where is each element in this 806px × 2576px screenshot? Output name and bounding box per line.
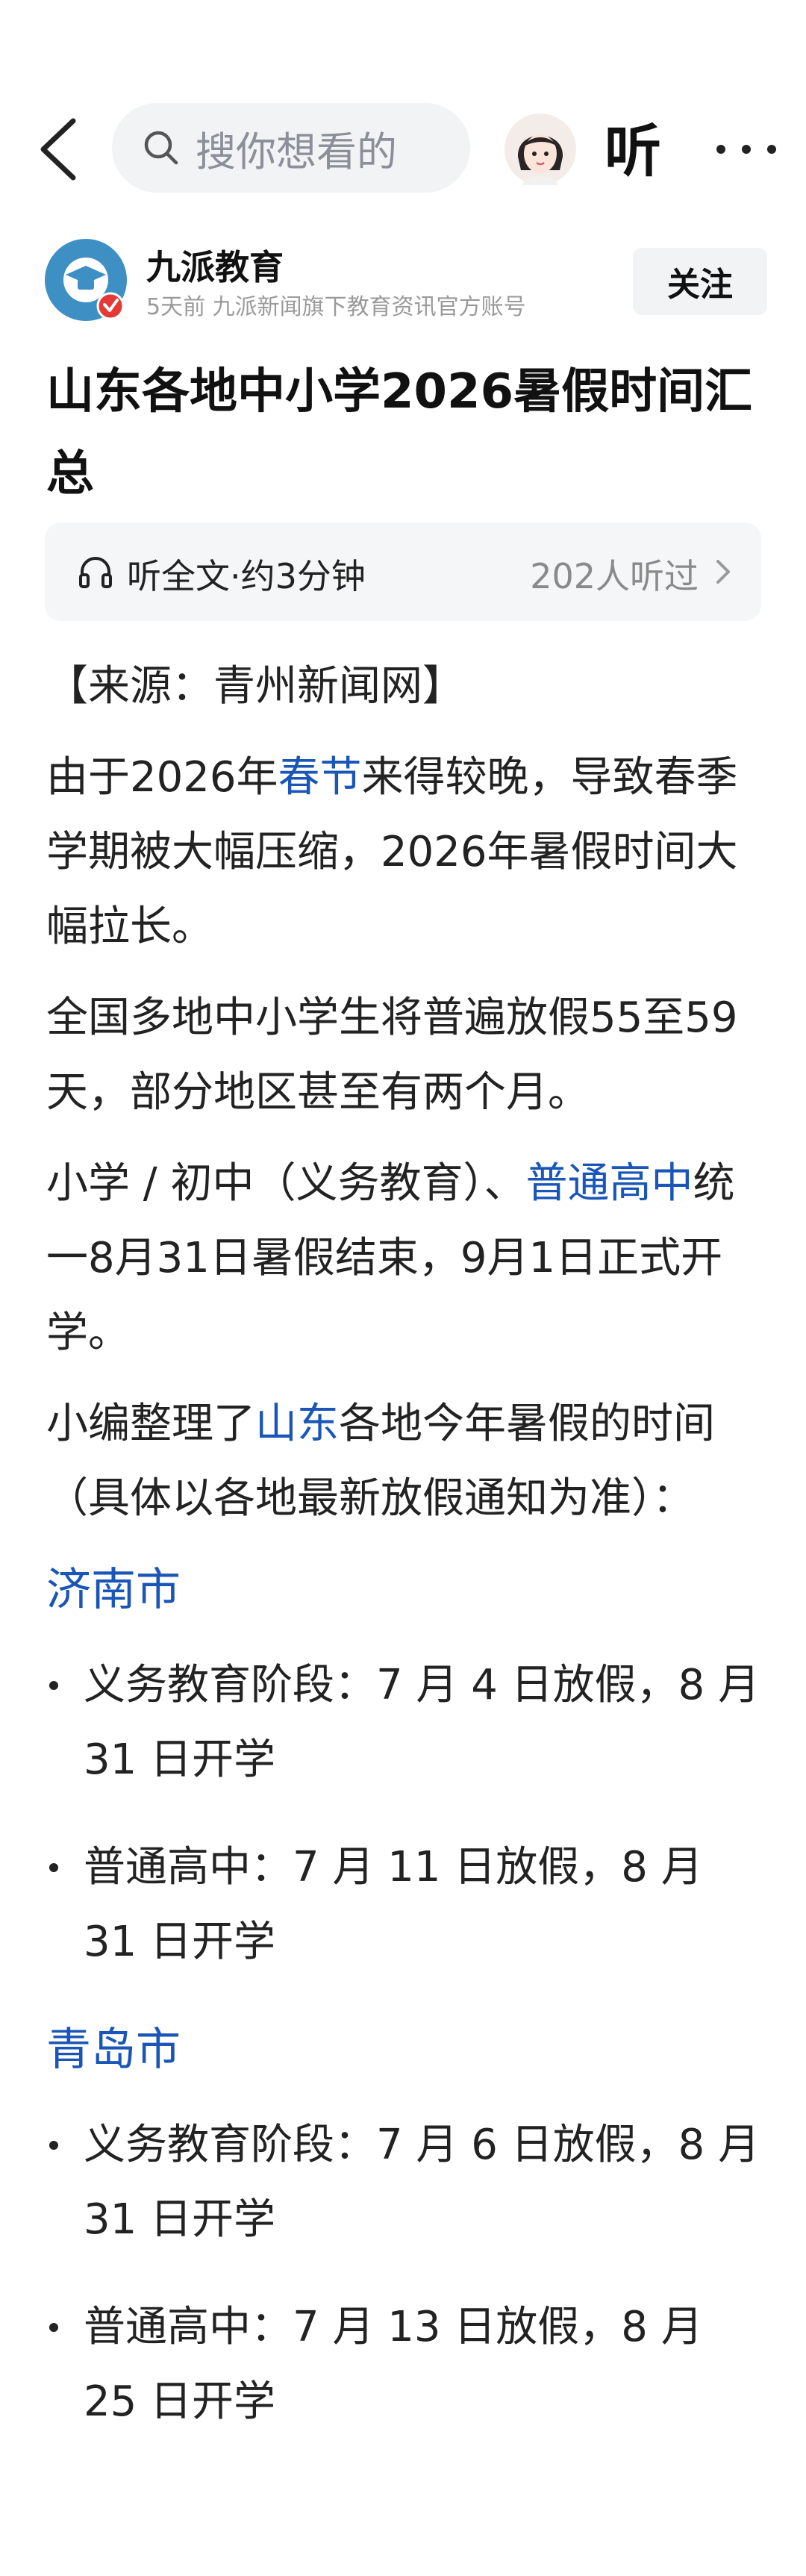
chevron-right-icon — [716, 560, 730, 584]
paragraph-2: 全国多地中小学生将普遍放假55至59天，部分地区甚至有两个月。 — [46, 994, 738, 1117]
paragraph-1: 由于2026年春节来得较晚，导致春季学期被大幅压缩，2026年暑假时间大幅拉长。 — [46, 740, 763, 964]
author-name[interactable]: 九派教育 — [146, 240, 284, 290]
link-shandong[interactable]: 山东 — [255, 1400, 339, 1448]
bullet-dot — [49, 2323, 58, 2332]
article-body: 【来源：青州新闻网】 由于2026年春节来得较晚，导致春季学期被大幅压缩，202… — [46, 649, 763, 2472]
bullet-dot — [49, 2141, 58, 2150]
bullet-dot — [49, 1863, 58, 1872]
bullet-dot — [49, 1681, 58, 1690]
link-high-school[interactable]: 普通高中 — [525, 1159, 693, 1208]
back-icon[interactable] — [30, 112, 90, 187]
text-span: 小学 / 初中（义务教育）、 — [46, 1159, 526, 1208]
listen-full-label: 听全文·约3分钟 — [127, 556, 366, 596]
author-row: 九派教育 5天前 九派新闻旗下教育资讯官方账号 关注 — [0, 239, 806, 328]
paragraph-3: 小学 / 初中（义务教育）、普通高中统一8月31日暑假结束，9月1日正式开学。 — [46, 1147, 763, 1370]
text-span: 由于2026年 — [46, 753, 278, 802]
link-spring-festival[interactable]: 春节 — [278, 753, 362, 802]
follow-button[interactable]: 关注 — [633, 248, 767, 315]
city-heading-jinan[interactable]: 济南市 — [46, 1553, 763, 1627]
listen-button[interactable]: 听 — [604, 118, 661, 185]
author-meta: 5天前 九派新闻旗下教育资讯官方账号 — [146, 294, 526, 320]
list-item-text: 义务教育阶段：7 月 4 日放假，8 月 31 日开学 — [84, 1661, 760, 1784]
listen-full-bar[interactable]: 听全文·约3分钟 202人听过 — [45, 523, 761, 621]
list-item: 普通高中：7 月 13 日放假，8 月 25 日开学 — [46, 2290, 763, 2439]
more-icon[interactable] — [709, 122, 784, 176]
city-heading-qingdao[interactable]: 青岛市 — [46, 2012, 763, 2087]
avatar-icon[interactable] — [504, 113, 576, 185]
listen-count: 202人听过 — [530, 556, 699, 596]
paragraph-4: 小编整理了山东各地今年暑假的时间（具体以各地最新放假通知为准）： — [46, 1387, 763, 1536]
list-item: 义务教育阶段：7 月 6 日放假，8 月 31 日开学 — [46, 2108, 763, 2257]
search-icon — [144, 131, 178, 165]
list-item-text: 普通高中：7 月 13 日放假，8 月 25 日开学 — [84, 2303, 703, 2426]
source-line: 【来源：青州新闻网】 — [46, 662, 464, 711]
headphone-icon — [79, 557, 112, 588]
list-item: 普通高中：7 月 11 日放假，8 月 31 日开学 — [46, 1830, 763, 1980]
text-span: 小编整理了 — [46, 1400, 255, 1448]
search-placeholder: 搜你想看的 — [196, 128, 397, 175]
top-bar: 搜你想看的 听 — [0, 97, 806, 202]
list-item: 义务教育阶段：7 月 4 日放假，8 月 31 日开学 — [46, 1648, 763, 1797]
article-title: 山东各地中小学2026暑假时间汇总 — [46, 364, 753, 502]
list-item-text: 义务教育阶段：7 月 6 日放假，8 月 31 日开学 — [84, 2121, 760, 2244]
search-input[interactable]: 搜你想看的 — [112, 103, 470, 193]
list-item-text: 普通高中：7 月 11 日放假，8 月 31 日开学 — [84, 1843, 703, 1966]
author-avatar[interactable] — [45, 239, 127, 321]
